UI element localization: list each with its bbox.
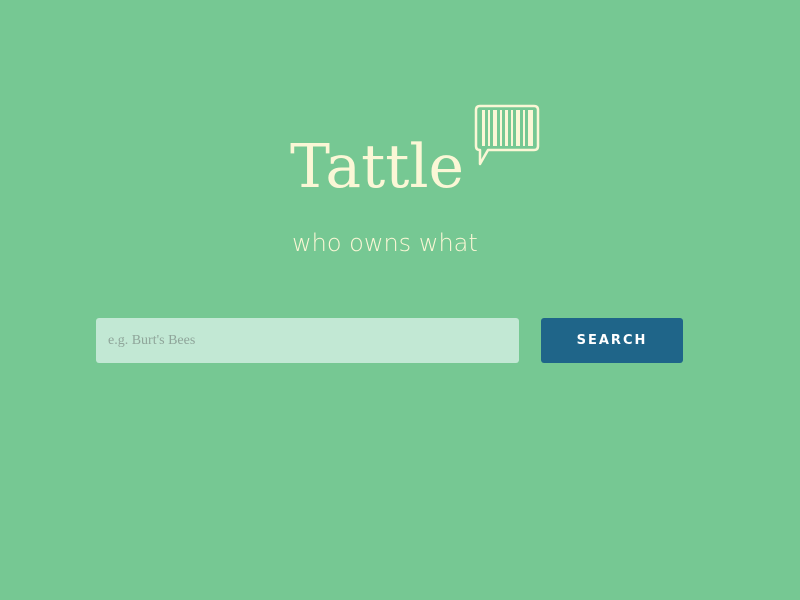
barcode-speech-bubble-icon bbox=[474, 104, 540, 166]
tagline: who owns what bbox=[292, 229, 478, 257]
landing-page: Tattle who owns what SEARCH bbox=[0, 0, 800, 600]
search-button[interactable]: SEARCH bbox=[541, 318, 683, 363]
brand-logo: Tattle bbox=[290, 104, 550, 204]
brand-name: Tattle bbox=[290, 132, 465, 202]
search-input[interactable] bbox=[96, 318, 519, 363]
